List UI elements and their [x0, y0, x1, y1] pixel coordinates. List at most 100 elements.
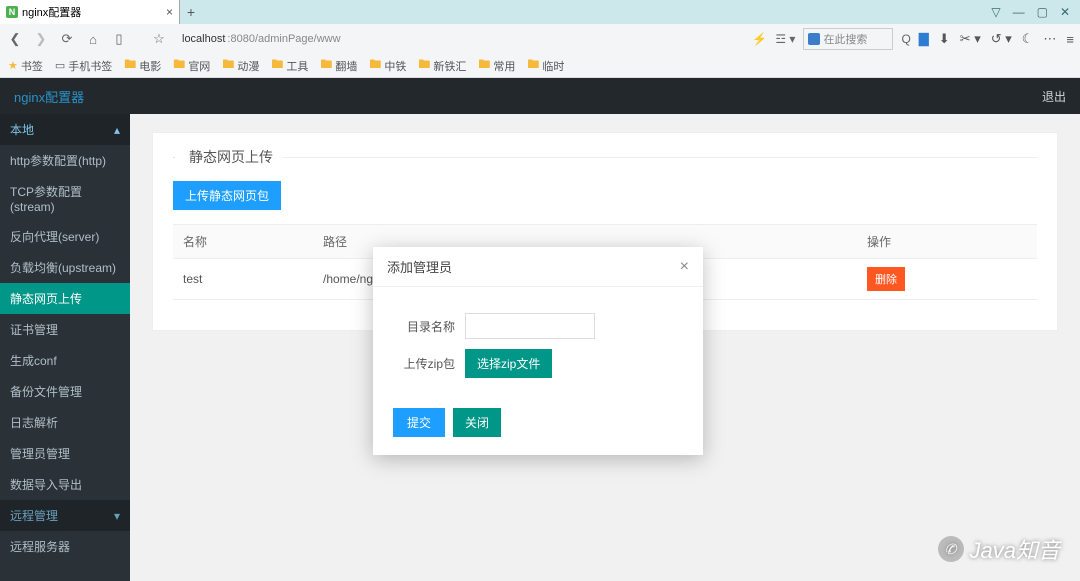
- modal-title: 添加管理员: [387, 257, 452, 276]
- bookmark-item[interactable]: 🖿临时: [527, 55, 564, 76]
- watermark: ✆ Java知音: [938, 533, 1060, 565]
- modal-header: 添加管理员 ×: [373, 247, 703, 287]
- bookmark-label: 新铁汇: [433, 58, 466, 74]
- folder-icon: 🖿: [478, 55, 490, 76]
- folder-icon: 🖿: [173, 55, 185, 76]
- search-go-icon[interactable]: Q: [901, 32, 910, 46]
- search-placeholder: 在此搜索: [823, 31, 867, 47]
- bookmark-label: 中铁: [384, 58, 406, 74]
- bookmark-label: 常用: [493, 58, 515, 74]
- bookmark-label: 书签: [21, 58, 43, 74]
- sidebar-item[interactable]: 反向代理(server): [0, 221, 130, 252]
- close-button[interactable]: 关闭: [453, 408, 501, 437]
- sidebar-item[interactable]: 管理员管理: [0, 438, 130, 469]
- nav-back-icon[interactable]: ❮: [6, 31, 24, 47]
- window-maximize-icon[interactable]: ▢: [1037, 5, 1048, 19]
- sidebar-item[interactable]: http参数配置(http): [0, 145, 130, 176]
- nav-refresh-icon[interactable]: ⟳: [58, 31, 76, 47]
- tab-close-icon[interactable]: ×: [166, 5, 173, 19]
- tab-favicon: N: [6, 6, 18, 18]
- address-bar[interactable]: localhost:8080/adminPage/www: [176, 30, 347, 48]
- bookmark-label: 手机书签: [68, 58, 112, 74]
- sidebar-item[interactable]: 证书管理: [0, 314, 130, 345]
- bookmark-item[interactable]: 🖿动漫: [222, 55, 259, 76]
- extension-icon[interactable]: ▇: [919, 31, 929, 47]
- search-engine-icon: [808, 33, 820, 45]
- upload-package-button[interactable]: 上传静态网页包: [173, 181, 281, 210]
- browser-tab[interactable]: N nginx配置器 ×: [0, 0, 180, 24]
- watermark-text: Java知音: [970, 533, 1060, 565]
- sidebar-item[interactable]: 日志解析: [0, 407, 130, 438]
- sidebar-group-label: 远程管理: [10, 507, 58, 524]
- submit-button[interactable]: 提交: [393, 408, 445, 437]
- download-icon[interactable]: ⬇: [939, 31, 950, 47]
- sidebar-item[interactable]: 生成conf: [0, 345, 130, 376]
- bookmark-item[interactable]: 🖿工具: [271, 55, 308, 76]
- table-header: 名称: [173, 225, 313, 259]
- add-admin-modal: 添加管理员 × 目录名称 上传zip包 选择zip文件 提交 关闭: [373, 247, 703, 455]
- darkmode-icon[interactable]: ☾: [1022, 31, 1034, 47]
- sidebar-item[interactable]: 负载均衡(upstream): [0, 252, 130, 283]
- folder-icon: 🖿: [320, 55, 332, 76]
- nav-forward-icon[interactable]: ❯: [32, 31, 50, 47]
- sidebar-group-local[interactable]: 本地 ▴: [0, 114, 130, 145]
- url-host: localhost: [182, 33, 225, 45]
- browser-toolbar-right: ▇ ⬇ ✂ ▾ ↺ ▾ ☾ ⋯ ≡: [919, 31, 1074, 47]
- delete-button[interactable]: 删除: [867, 267, 905, 291]
- browser-tab-bar: N nginx配置器 × + ▽ — ▢ ✕: [0, 0, 1080, 24]
- undo-icon[interactable]: ↺ ▾: [991, 31, 1012, 47]
- scissors-icon[interactable]: ✂ ▾: [960, 31, 981, 47]
- dir-name-label: 目录名称: [393, 318, 455, 335]
- translate-icon[interactable]: ☲ ▾: [775, 32, 795, 46]
- addr-star-icon[interactable]: ☆: [150, 31, 168, 47]
- bookmarks-bar: ★书签▭手机书签🖿电影🖿官网🖿动漫🖿工具🖿翻墙🖿中铁🖿新铁汇🖿常用🖿临时: [0, 54, 1080, 78]
- panel-legend: 静态网页上传: [189, 147, 273, 167]
- sidebar-item[interactable]: 静态网页上传: [0, 283, 130, 314]
- folder-icon: 🖿: [271, 55, 283, 76]
- wechat-icon: ✆: [938, 536, 964, 562]
- more-icon[interactable]: ⋯: [1043, 31, 1056, 47]
- logout-link[interactable]: 退出: [1042, 88, 1066, 105]
- nav-readmode-icon[interactable]: ▯: [110, 31, 128, 47]
- bookmark-item[interactable]: 🖿官网: [173, 55, 210, 76]
- bookmark-label: 临时: [542, 58, 564, 74]
- table-header: 操作: [857, 225, 1037, 259]
- new-tab-button[interactable]: +: [180, 1, 202, 23]
- flash-icon[interactable]: ⚡: [752, 32, 767, 46]
- window-minimize-icon[interactable]: —: [1013, 5, 1025, 19]
- bookmark-item[interactable]: 🖿电影: [124, 55, 161, 76]
- bookmark-item[interactable]: 🖿中铁: [369, 55, 406, 76]
- star-icon: ★: [8, 59, 18, 72]
- nav-home-icon[interactable]: ⌂: [84, 32, 102, 47]
- dir-name-input[interactable]: [465, 313, 595, 339]
- tab-title: nginx配置器: [22, 4, 81, 20]
- folder-icon: 🖿: [527, 55, 539, 76]
- bookmark-item[interactable]: 🖿翻墙: [320, 55, 357, 76]
- bookmark-label: 电影: [139, 58, 161, 74]
- choose-zip-button[interactable]: 选择zip文件: [465, 349, 552, 378]
- chevron-down-icon: ▾: [114, 509, 120, 523]
- sidebar-item[interactable]: 远程服务器: [0, 531, 130, 562]
- modal-body: 目录名称 上传zip包 选择zip文件: [373, 287, 703, 398]
- bookmark-item[interactable]: ★书签: [8, 58, 43, 74]
- bookmark-label: 动漫: [237, 58, 259, 74]
- folder-icon: 🖿: [222, 55, 234, 76]
- app-header: nginx配置器 退出: [0, 78, 1080, 114]
- url-path: :8080/adminPage/www: [227, 33, 340, 45]
- modal-close-icon[interactable]: ×: [680, 258, 689, 276]
- browser-search-input[interactable]: 在此搜索: [803, 28, 893, 50]
- bookmark-item[interactable]: 🖿新铁汇: [418, 55, 466, 76]
- sidebar-item[interactable]: 备份文件管理: [0, 376, 130, 407]
- cell-name: test: [173, 259, 313, 300]
- sidebar-item[interactable]: TCP参数配置(stream): [0, 176, 130, 221]
- bookmark-item[interactable]: 🖿常用: [478, 55, 515, 76]
- chevron-up-icon: ▴: [114, 123, 120, 137]
- sidebar-item[interactable]: 数据导入导出: [0, 469, 130, 500]
- bookmark-item[interactable]: ▭手机书签: [55, 58, 112, 74]
- sidebar-group-remote[interactable]: 远程管理 ▾: [0, 500, 130, 531]
- hamburger-icon[interactable]: ≡: [1066, 32, 1074, 47]
- bookmark-label: 翻墙: [335, 58, 357, 74]
- window-controls: ▽ — ▢ ✕: [991, 5, 1080, 19]
- window-extra-icon[interactable]: ▽: [991, 5, 1000, 19]
- window-close-icon[interactable]: ✕: [1060, 5, 1070, 19]
